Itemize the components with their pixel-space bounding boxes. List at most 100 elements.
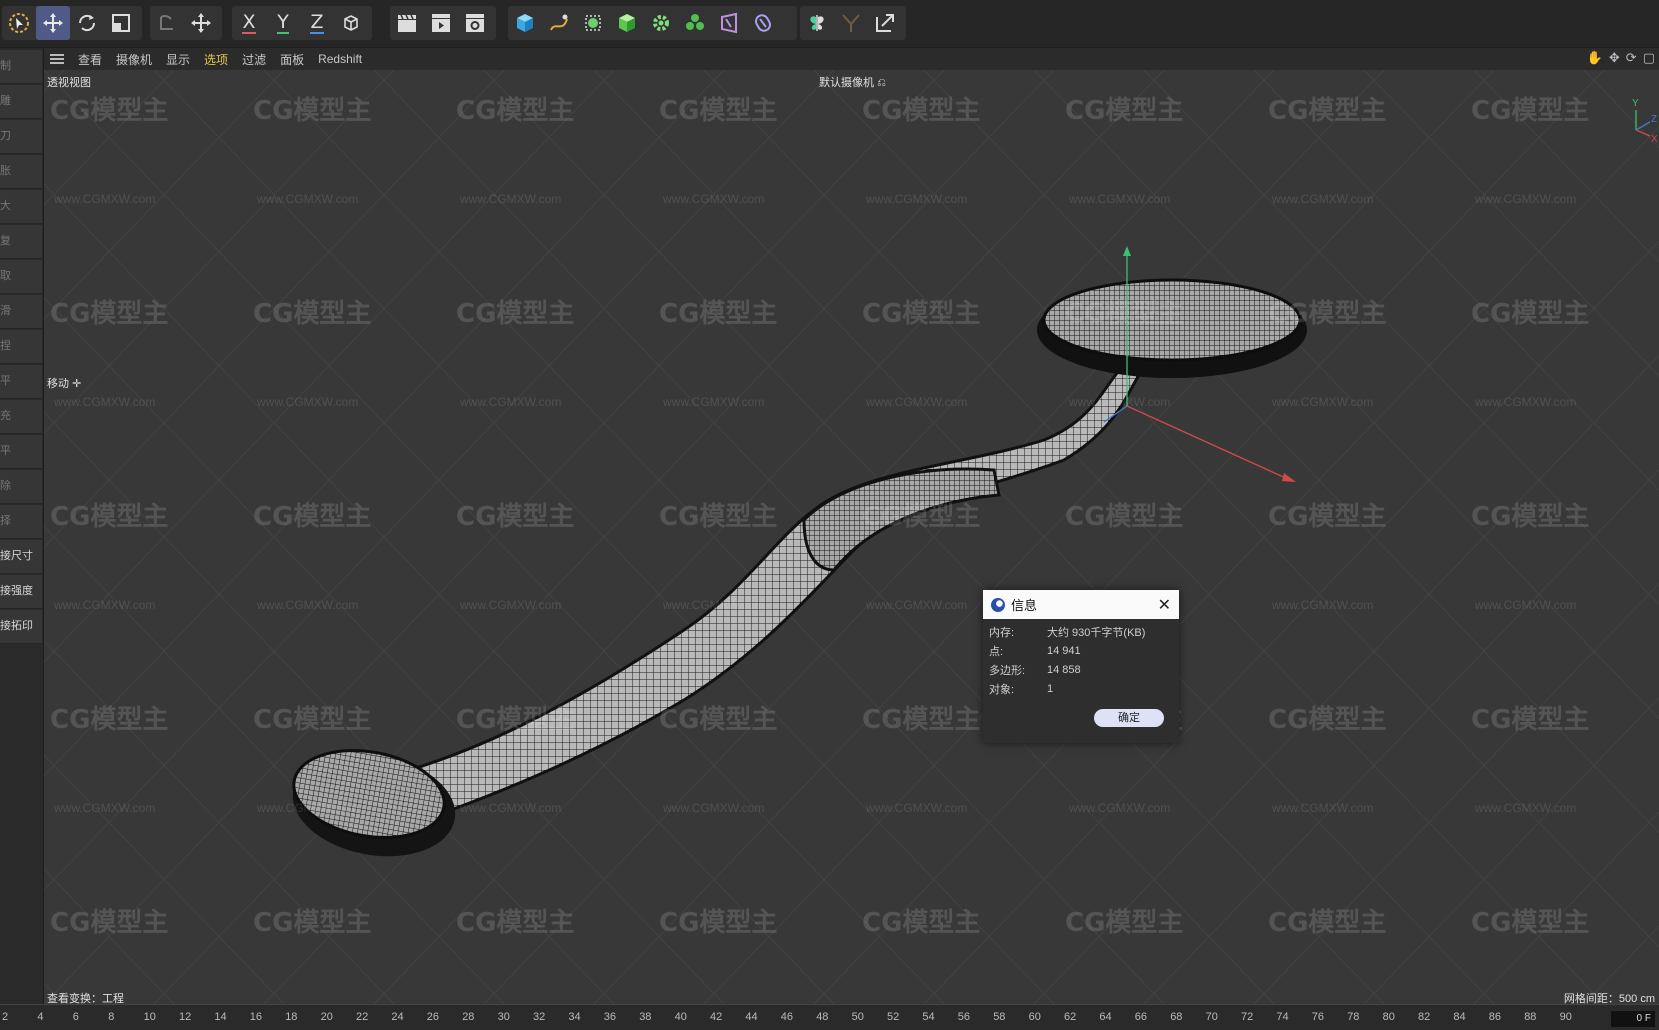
close-icon[interactable]: ✕	[1158, 595, 1171, 615]
watermark-url: www.CGMXW.com	[1475, 598, 1577, 612]
watermark-logo: CG模型主	[862, 908, 981, 938]
x-axis-lock-button[interactable]: X	[232, 6, 266, 40]
menu-view[interactable]: 查看	[78, 51, 102, 68]
left-panel-item[interactable]: 大	[0, 190, 42, 224]
left-panel-item[interactable]: 充	[0, 400, 42, 434]
extrude-generator-button[interactable]	[610, 6, 644, 40]
watermark-url: www.CGMXW.com	[1272, 598, 1374, 612]
left-panel-item[interactable]: 胀	[0, 155, 42, 189]
timeline-tick-label: 86	[1488, 1011, 1502, 1023]
ok-button[interactable]: 确定	[1094, 709, 1164, 727]
left-panel-item[interactable]: 滑	[0, 295, 42, 329]
export-button[interactable]	[868, 6, 902, 40]
move-tool-button[interactable]	[36, 6, 70, 40]
mograph-button[interactable]	[678, 6, 712, 40]
watermark-logo: CG模型主	[1471, 908, 1590, 938]
watermark-logo: CG模型主	[1268, 502, 1387, 532]
live-selection-tool-button[interactable]	[2, 6, 36, 40]
camera-label[interactable]: 默认摄像机 ⎌	[819, 74, 886, 90]
left-panel-item[interactable]: 复	[0, 225, 42, 259]
timeline-ruler[interactable]: 0 F 2 4 6 8 10 12 14 16 18 20 22 24 26 28 30 32 34 36 38 40…	[0, 1004, 1659, 1030]
watermark-url: www.CGMXW.com	[663, 598, 765, 612]
menu-filter[interactable]: 过滤	[242, 51, 266, 68]
z-axis-label: Z	[310, 11, 324, 34]
left-panel-item[interactable]: 接尺寸	[0, 540, 42, 574]
scene-canvas[interactable]: Y X Z	[44, 70, 1659, 1004]
info-label: 点:	[989, 645, 1004, 658]
render-to-picture-viewer-button[interactable]	[424, 6, 458, 40]
selection-tool-group	[2, 6, 142, 40]
watermark-url: www.CGMXW.com	[1475, 192, 1577, 206]
perspective-viewport[interactable]: Y X Z CG模型主 www.CGMXW.com CG模型主 www.CGMXW.c…	[44, 48, 1659, 1004]
watermark-logo: CG模型主	[456, 705, 575, 735]
left-panel-item[interactable]: 除	[0, 470, 42, 504]
orbit-icon[interactable]: ⟳	[1626, 50, 1637, 66]
left-panel-item[interactable]: 刀	[0, 120, 42, 154]
mesh-object[interactable]	[285, 278, 1307, 868]
timeline-tick-label: 66	[1134, 1011, 1148, 1023]
scale-tool-button[interactable]	[104, 6, 138, 40]
field-button[interactable]	[746, 6, 780, 40]
pan-hand-icon[interactable]: ✋	[1587, 50, 1603, 66]
maximize-view-icon[interactable]: ▢	[1643, 50, 1655, 66]
dialog-title-bar[interactable]: 信息 ✕	[983, 590, 1179, 619]
menu-camera[interactable]: 摄像机	[116, 51, 152, 68]
z-axis-lock-button[interactable]: Z	[300, 6, 334, 40]
current-frame-field[interactable]: 0 F	[1611, 1011, 1655, 1027]
left-panel-item[interactable]: 接强度	[0, 575, 42, 609]
y-axis-lock-button[interactable]: Y	[266, 6, 300, 40]
view-transform-label: 查看变换：工程	[47, 993, 124, 1004]
subdivision-surface-button[interactable]	[576, 6, 610, 40]
undo-transform-button[interactable]	[150, 6, 184, 40]
watermark-url: www.CGMXW.com	[460, 801, 562, 815]
extra-tools-group	[800, 6, 906, 40]
deformer-button[interactable]	[712, 6, 746, 40]
watermark-logo: CG模型主	[659, 299, 778, 329]
dolly-arrows-icon[interactable]: ✥	[1609, 50, 1620, 66]
cloner-button[interactable]	[644, 6, 678, 40]
timeline-tick-label: 48	[816, 1011, 829, 1023]
inverse-kinematics-button[interactable]	[834, 6, 868, 40]
transform-tool-button[interactable]	[184, 6, 218, 40]
info-row-polygons: 多边形: 14 858	[983, 660, 1179, 679]
render-settings-button[interactable]	[458, 6, 492, 40]
info-value: 14 941	[1047, 644, 1081, 657]
menu-options[interactable]: 选项	[204, 51, 228, 68]
viewport-menu-bar: 查看 摄像机 显示 选项 过滤 面板 Redshift ✋ ✥ ⟳ ▢	[44, 48, 1659, 70]
timeline-tick-label: 42	[710, 1011, 723, 1023]
left-panel-item[interactable]: 雕	[0, 85, 42, 119]
cube-object-button[interactable]	[508, 6, 542, 40]
watermark-logo: CG模型主	[862, 502, 981, 532]
spline-pen-button[interactable]	[542, 6, 576, 40]
coordinate-system-button[interactable]	[334, 6, 368, 40]
timeline-tick-label: 78	[1347, 1011, 1360, 1023]
left-panel-item[interactable]: 平	[0, 435, 42, 469]
rotate-tool-button[interactable]	[70, 6, 104, 40]
timeline-tick-label: 22	[356, 1011, 369, 1023]
menu-panel[interactable]: 面板	[280, 51, 304, 68]
render-view-button[interactable]	[390, 6, 424, 40]
left-panel-item[interactable]: 接拓印	[0, 610, 42, 644]
watermark-url: www.CGMXW.com	[54, 598, 156, 612]
left-panel-item[interactable]: 制	[0, 50, 42, 84]
timeline-tick-label: 6	[72, 1011, 79, 1023]
watermark-logo: CG模型主	[456, 502, 575, 532]
menu-redshift[interactable]: Redshift	[318, 52, 362, 66]
move-hud-icon: ✛	[72, 378, 82, 390]
watermark-logo: CG模型主	[659, 908, 778, 938]
left-panel-item[interactable]: 平	[0, 365, 42, 399]
butterfly-icon	[810, 15, 824, 31]
x-axis-handle[interactable]	[1126, 405, 1291, 481]
hamburger-menu-icon[interactable]	[50, 54, 64, 64]
info-row-points: 点: 14 941	[983, 641, 1179, 660]
watermark-url: www.CGMXW.com	[54, 801, 156, 815]
left-panel-item[interactable]: 捏	[0, 330, 42, 364]
watermark-logo: CG模型主	[50, 705, 169, 735]
axis-x-label: X	[1651, 134, 1658, 145]
left-panel-item[interactable]: 取	[0, 260, 42, 294]
subdivision-icon	[585, 15, 601, 31]
left-panel-item[interactable]: 择	[0, 505, 42, 539]
watermark-url: www.CGMXW.com	[460, 598, 562, 612]
symmetry-button[interactable]	[800, 6, 834, 40]
menu-display[interactable]: 显示	[166, 51, 190, 68]
